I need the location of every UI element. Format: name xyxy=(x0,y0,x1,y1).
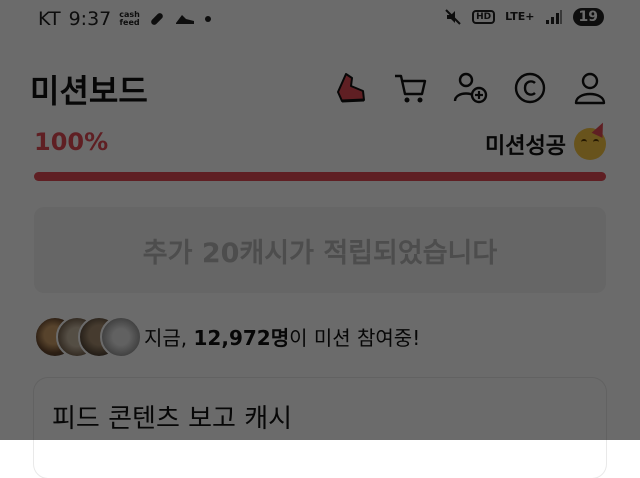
cart-icon[interactable] xyxy=(390,68,430,108)
participants-text: 지금, 12,972명이 미션 참여중! xyxy=(144,322,420,351)
pill-icon xyxy=(151,13,163,25)
app-header: 미션보드 xyxy=(0,48,640,128)
party-face-icon xyxy=(574,120,609,160)
status-right: HD LTE+ 19 xyxy=(444,8,604,26)
carrier: KT xyxy=(38,8,61,30)
mission-progress: 100% 미션성공 xyxy=(34,120,609,160)
mute-icon xyxy=(445,9,461,25)
header-actions xyxy=(330,68,610,108)
shoe-icon[interactable] xyxy=(330,68,370,108)
reward-message: 추가 20캐시가 적립되었습니다 xyxy=(34,207,606,293)
shoe-status-icon xyxy=(175,15,194,24)
cashfeed-icon: cash feed xyxy=(119,11,140,27)
signal-icon xyxy=(545,10,562,24)
page-title: 미션보드 xyxy=(30,72,148,110)
network-type: LTE+ xyxy=(505,10,535,23)
mission-status: 미션성공 xyxy=(485,120,609,160)
add-friend-icon[interactable] xyxy=(450,68,490,108)
hd-icon: HD xyxy=(472,10,496,24)
battery-level: 19 xyxy=(572,8,604,26)
progress-bar-fill xyxy=(34,172,606,181)
participant-avatars xyxy=(34,316,142,358)
avatar xyxy=(100,316,142,358)
participants-row: 지금, 12,972명이 미션 참여중! xyxy=(34,314,420,358)
cashfeed-bottom: feed xyxy=(119,18,140,27)
status-bar: KT 9:37 cash feed HD LTE+ 19 xyxy=(0,0,640,40)
status-left: KT 9:37 cash feed xyxy=(38,8,212,30)
feed-content-card[interactable]: 피드 콘텐츠 보고 캐시 xyxy=(34,378,606,478)
coin-icon[interactable] xyxy=(510,68,550,108)
progress-percent: 100% xyxy=(34,128,109,156)
participants-prefix: 지금, xyxy=(144,325,194,350)
mission-status-label: 미션성공 xyxy=(485,134,566,159)
clock: 9:37 xyxy=(68,8,112,30)
dot-icon xyxy=(204,16,211,22)
participants-count: 12,972명 xyxy=(193,325,290,350)
participants-suffix: 이 미션 참여중! xyxy=(289,325,421,350)
feed-card-title: 피드 콘텐츠 보고 캐시 xyxy=(52,404,293,434)
profile-icon[interactable] xyxy=(570,68,610,108)
progress-bar xyxy=(34,172,606,181)
